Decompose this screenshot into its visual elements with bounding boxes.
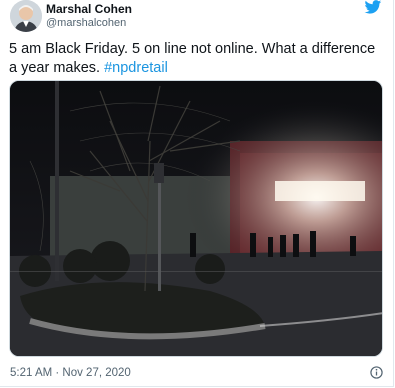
- tweet-card: Marshal Cohen @marshalcohen 5 am Black F…: [0, 0, 394, 387]
- hashtag-link[interactable]: #npdretail: [104, 60, 168, 76]
- tweet-photo[interactable]: [9, 80, 383, 357]
- tweet-text: 5 am Black Friday. 5 on line not online.…: [9, 40, 387, 78]
- twitter-bird-icon[interactable]: [364, 0, 382, 14]
- tweet-header: Marshal Cohen @marshalcohen: [10, 0, 385, 34]
- tweet-timestamp[interactable]: 5:21 AM · Nov 27, 2020: [10, 367, 131, 379]
- avatar[interactable]: [10, 0, 42, 32]
- photo-storefront-night-icon: [10, 81, 382, 356]
- info-icon[interactable]: [370, 366, 383, 379]
- author-handle[interactable]: @marshalcohen: [46, 17, 126, 29]
- tweet-body: 5 am Black Friday. 5 on line not online.…: [9, 41, 376, 76]
- author-name[interactable]: Marshal Cohen: [46, 2, 132, 16]
